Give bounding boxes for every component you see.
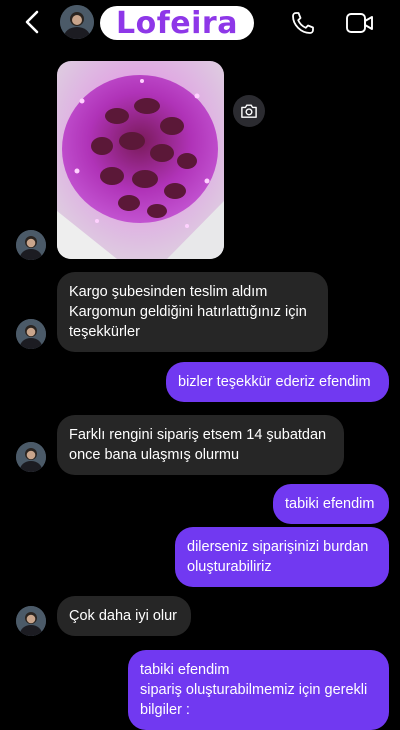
message-line: dilerseniz siparişinizi burdan: [187, 539, 369, 555]
message-line: Farklı rengini sipariş etsem 14 şubatdan: [69, 427, 327, 443]
message-line: Kargo şubesinden teslim aldım: [69, 284, 268, 300]
outgoing-message[interactable]: dilerseniz siparişinizi burdan oluşturab…: [175, 527, 389, 587]
contact-name[interactable]: Lofeira: [100, 5, 254, 41]
avatar[interactable]: [16, 606, 46, 636]
message-line: bilgiler :: [140, 702, 190, 718]
message-line: oluşturabiliriz: [187, 559, 272, 575]
camera-icon[interactable]: [233, 95, 265, 127]
outgoing-message[interactable]: bizler teşekkür ederiz efendim: [166, 362, 389, 402]
phone-icon[interactable]: [290, 10, 316, 36]
message-line: tabiki efendim: [285, 496, 375, 512]
message-line: tabiki efendim: [140, 662, 230, 678]
avatar[interactable]: [16, 230, 46, 260]
incoming-message[interactable]: Kargo şubesinden teslim aldım Kargomun g…: [57, 272, 328, 352]
message-line: bizler teşekkür ederiz efendim: [178, 374, 371, 390]
message-line: teşekkürler: [69, 324, 140, 340]
avatar[interactable]: [16, 319, 46, 349]
outgoing-message[interactable]: tabiki efendim: [273, 484, 389, 524]
message-line: Çok daha iyi olur: [69, 608, 177, 624]
photo-attachment[interactable]: [57, 61, 224, 259]
incoming-message[interactable]: Çok daha iyi olur: [57, 596, 191, 636]
incoming-message[interactable]: Farklı rengini sipariş etsem 14 şubatdan…: [57, 415, 344, 475]
outgoing-message[interactable]: tabiki efendim sipariş oluşturabilmemiz …: [128, 650, 389, 730]
contact-avatar[interactable]: [60, 5, 94, 39]
chat-header: Lofeira: [0, 0, 400, 46]
video-camera-icon[interactable]: [345, 11, 375, 35]
contact-name-text: Lofeira: [116, 5, 238, 41]
message-line: sipariş oluşturabilmemiz için gerekli: [140, 682, 368, 698]
back-chevron-icon[interactable]: [20, 9, 46, 35]
avatar[interactable]: [16, 442, 46, 472]
message-line: Kargomun geldiğini hatırlattığınız için: [69, 304, 307, 320]
message-line: once bana ulaşmış olurmu: [69, 447, 240, 463]
